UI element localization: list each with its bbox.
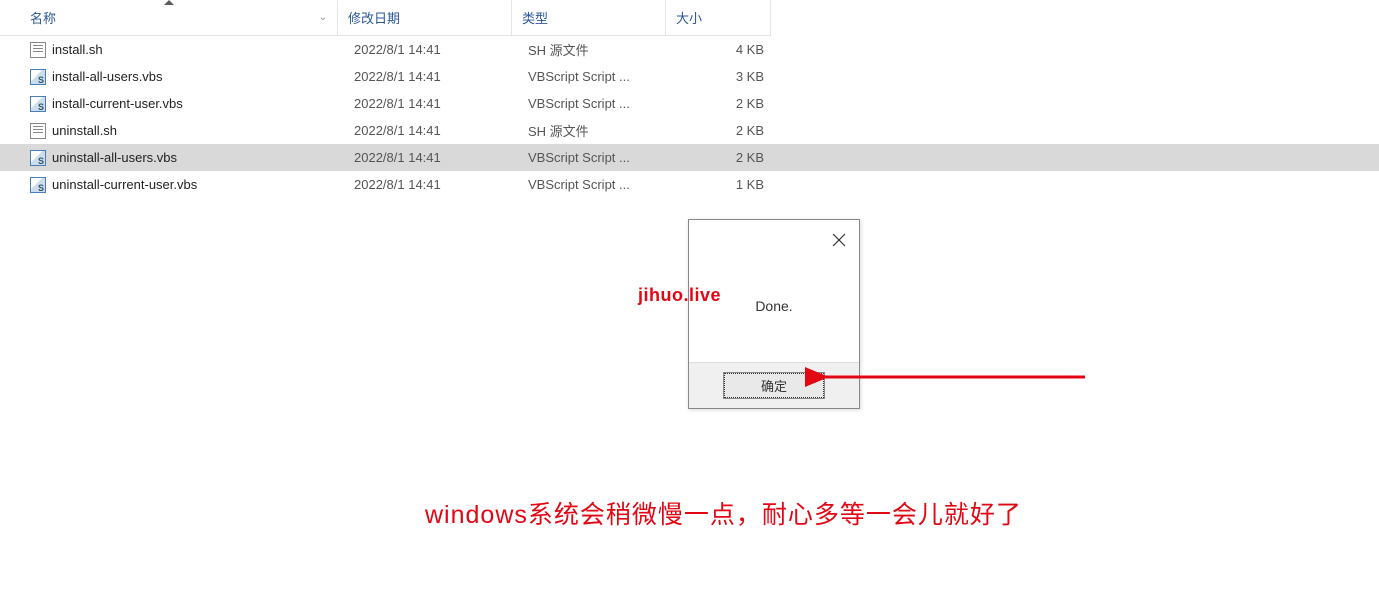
file-type: VBScript Script ... <box>528 150 682 165</box>
file-size: 2 KB <box>682 96 782 111</box>
column-name-label: 名称 <box>30 8 56 27</box>
dialog-footer: 确定 <box>689 362 859 408</box>
dialog-message: Done. <box>689 298 859 314</box>
file-row[interactable]: uninstall-all-users.vbs2022/8/1 14:41VBS… <box>0 144 1379 171</box>
file-name: uninstall.sh <box>52 123 354 138</box>
file-date: 2022/8/1 14:41 <box>354 42 528 57</box>
vbs-file-icon <box>30 177 46 193</box>
sh-file-icon <box>30 42 46 58</box>
file-name: install.sh <box>52 42 354 57</box>
file-date: 2022/8/1 14:41 <box>354 177 528 192</box>
file-name: uninstall-current-user.vbs <box>52 177 354 192</box>
file-row[interactable]: install.sh2022/8/1 14:41SH 源文件4 KB <box>0 36 1379 63</box>
file-name: install-current-user.vbs <box>52 96 354 111</box>
vbs-file-icon <box>30 150 46 166</box>
vbs-file-icon <box>30 96 46 112</box>
column-size-label: 大小 <box>676 8 760 27</box>
file-date: 2022/8/1 14:41 <box>354 69 528 84</box>
annotation-text: windows系统会稍微慢一点，耐心多等一会儿就好了 <box>425 495 1022 531</box>
file-type: SH 源文件 <box>528 40 682 59</box>
vbs-file-icon <box>30 69 46 85</box>
file-name: install-all-users.vbs <box>52 69 354 84</box>
column-header-size[interactable]: 大小 <box>666 0 771 36</box>
file-explorer-list: 名称 ⌄ 修改日期 类型 大小 install.sh2022/8/1 14:41… <box>0 0 1379 198</box>
close-icon <box>832 233 846 247</box>
file-date: 2022/8/1 14:41 <box>354 123 528 138</box>
file-date: 2022/8/1 14:41 <box>354 150 528 165</box>
column-header-name[interactable]: 名称 ⌄ <box>0 0 338 36</box>
column-header-type[interactable]: 类型 <box>512 0 666 36</box>
ok-button[interactable]: 确定 <box>724 373 824 398</box>
sh-file-icon <box>30 123 46 139</box>
file-row[interactable]: uninstall-current-user.vbs2022/8/1 14:41… <box>0 171 1379 198</box>
file-name: uninstall-all-users.vbs <box>52 150 354 165</box>
file-row[interactable]: uninstall.sh2022/8/1 14:41SH 源文件2 KB <box>0 117 1379 144</box>
file-type: VBScript Script ... <box>528 177 682 192</box>
column-header-date[interactable]: 修改日期 <box>338 0 512 36</box>
file-size: 4 KB <box>682 42 782 57</box>
column-header-row: 名称 ⌄ 修改日期 类型 大小 <box>0 0 1379 36</box>
column-type-label: 类型 <box>522 8 548 27</box>
file-type: VBScript Script ... <box>528 69 682 84</box>
sort-ascending-icon <box>164 0 174 5</box>
file-type: SH 源文件 <box>528 121 682 140</box>
file-size: 3 KB <box>682 69 782 84</box>
file-row[interactable]: install-current-user.vbs2022/8/1 14:41VB… <box>0 90 1379 117</box>
close-button[interactable] <box>829 230 849 250</box>
file-size: 2 KB <box>682 150 782 165</box>
chevron-down-icon[interactable]: ⌄ <box>319 12 327 23</box>
file-date: 2022/8/1 14:41 <box>354 96 528 111</box>
ok-button-label: 确定 <box>761 376 787 395</box>
column-date-label: 修改日期 <box>348 8 400 27</box>
file-row[interactable]: install-all-users.vbs2022/8/1 14:41VBScr… <box>0 63 1379 90</box>
file-size: 2 KB <box>682 123 782 138</box>
file-type: VBScript Script ... <box>528 96 682 111</box>
message-dialog: Done. 确定 <box>688 219 860 409</box>
file-size: 1 KB <box>682 177 782 192</box>
